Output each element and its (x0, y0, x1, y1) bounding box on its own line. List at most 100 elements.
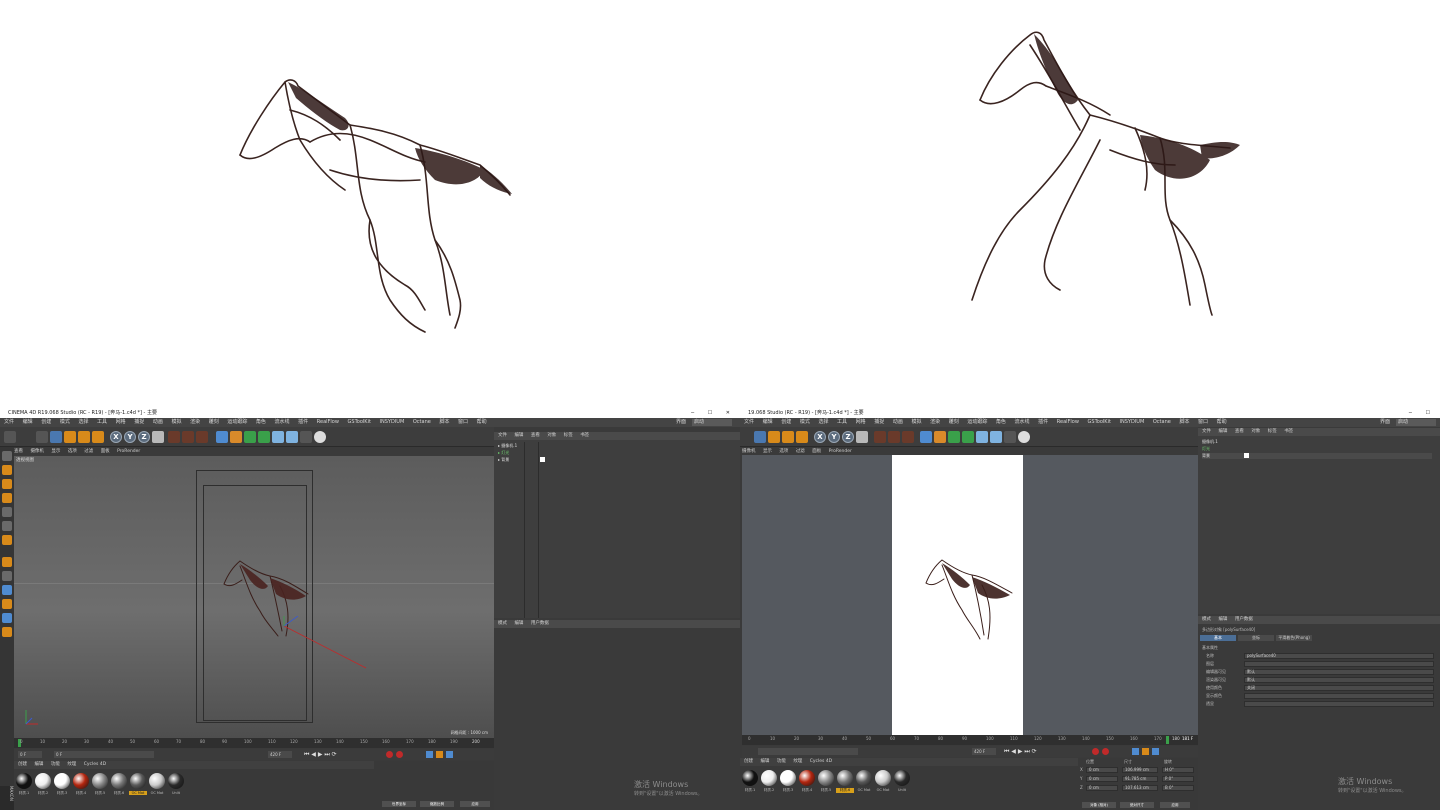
attr-field-value[interactable]: 默认 (1244, 677, 1434, 683)
attr-field-value[interactable]: 关闭 (1244, 685, 1434, 691)
key-rotation-icon[interactable] (1152, 748, 1159, 755)
object-row[interactable]: ▸ 背景 (498, 457, 738, 463)
frame-range-slider[interactable] (758, 748, 858, 755)
am-menu-user-data[interactable]: 用户数据 (1235, 617, 1253, 622)
material-swatch[interactable] (168, 773, 184, 789)
menu-gstoolkit[interactable]: GSToolKit (1088, 419, 1111, 425)
x-axis-icon[interactable]: X (110, 431, 122, 443)
om-menu-view[interactable]: 查看 (1235, 429, 1244, 434)
y-axis-icon[interactable]: Y (828, 431, 840, 443)
material-swatch[interactable] (130, 773, 146, 789)
select-arrow-icon[interactable] (36, 431, 48, 443)
window-controls[interactable]: ─ ☐ ✕ (691, 408, 736, 418)
coord-size-field[interactable]: 91.785 cm (1122, 776, 1158, 782)
coordinate-system-icon[interactable] (856, 431, 868, 443)
menu-insydium[interactable]: INSYDIUM (1120, 419, 1145, 425)
key-scale-icon[interactable] (1142, 748, 1149, 755)
om-menu-file[interactable]: 文件 (1202, 429, 1211, 434)
menu-realflow[interactable]: RealFlow (317, 419, 339, 425)
menu-character[interactable]: 角色 (256, 419, 266, 425)
viewport-menu-cameras[interactable]: 摄像机 (742, 449, 756, 454)
rotate-icon[interactable] (78, 431, 90, 443)
am-menu-mode[interactable]: 模式 (498, 621, 507, 626)
coord-scale-button[interactable]: 缩放比例 (420, 801, 454, 807)
menu-mode[interactable]: 模式 (60, 419, 70, 425)
subdivision-icon[interactable] (244, 431, 256, 443)
render-picture-viewer-icon[interactable] (888, 431, 900, 443)
menu-pipeline[interactable]: 流水线 (1015, 419, 1030, 425)
mm-menu-texture[interactable]: 纹理 (793, 759, 802, 764)
menu-file[interactable]: 文件 (4, 419, 14, 425)
cube-icon[interactable] (920, 431, 932, 443)
menu-insydium[interactable]: INSYDIUM (380, 419, 405, 425)
planar-workplane-icon[interactable] (2, 613, 12, 623)
camera-viewport[interactable] (742, 455, 1198, 735)
menu-sculpt[interactable]: 雕刻 (209, 419, 219, 425)
material-swatch[interactable] (92, 773, 108, 789)
menu-simulate[interactable]: 模拟 (911, 419, 921, 425)
menu-simulate[interactable]: 模拟 (171, 419, 181, 425)
viewport-menu-view[interactable]: 查看 (14, 449, 23, 454)
timeline-ruler[interactable]: 0 10 20 30 40 50 60 70 80 90 100 110 120… (742, 735, 1198, 745)
key-rotation-icon[interactable] (446, 751, 453, 758)
pen-icon[interactable] (230, 431, 242, 443)
object-row[interactable]: ▸ 灯光 (498, 450, 738, 456)
add-object-icon[interactable] (796, 431, 808, 443)
scale-icon[interactable] (64, 431, 76, 443)
tab-basic[interactable]: 基本 (1200, 635, 1236, 641)
object-row[interactable]: 背景 (1202, 453, 1432, 459)
key-scale-icon[interactable] (436, 751, 443, 758)
material-swatch[interactable] (149, 773, 165, 789)
viewport-menu-panel[interactable]: 面板 (812, 449, 821, 454)
material-swatch[interactable] (799, 770, 815, 786)
edges-mode-icon[interactable] (2, 521, 12, 531)
coord-mode-button[interactable]: 对象 (相对) (1082, 802, 1116, 808)
coord-pos-field[interactable]: 0 cm (1086, 785, 1118, 791)
cloner-icon[interactable] (258, 431, 270, 443)
model-mode-icon[interactable] (2, 465, 12, 475)
solo-icon[interactable] (2, 627, 12, 637)
frame-end-field[interactable]: 420 F (972, 748, 996, 755)
om-menu-objects[interactable]: 对象 (1251, 429, 1260, 434)
mm-menu-function[interactable]: 功能 (777, 759, 786, 764)
viewport-menu-options[interactable]: 选项 (779, 449, 788, 454)
menu-animate[interactable]: 动画 (153, 419, 163, 425)
coordinate-system-icon[interactable] (152, 431, 164, 443)
cloner-icon[interactable] (962, 431, 974, 443)
om-menu-edit[interactable]: 编辑 (514, 433, 523, 438)
tab-phong[interactable]: 平滑着色(Phong) (1276, 635, 1312, 641)
material-swatch[interactable] (780, 770, 796, 786)
record-icon[interactable] (1092, 748, 1099, 755)
y-axis-icon[interactable]: Y (124, 431, 136, 443)
menu-motion-tracking[interactable]: 运动跟踪 (967, 419, 987, 425)
material-swatch[interactable] (742, 770, 758, 786)
coord-pos-field[interactable]: 0 cm (1086, 776, 1118, 782)
viewport-menu-cameras[interactable]: 摄像机 (30, 449, 44, 454)
am-menu-user-data[interactable]: 用户数据 (531, 621, 549, 626)
move-gizmo[interactable] (274, 616, 374, 676)
om-menu-edit[interactable]: 编辑 (1218, 429, 1227, 434)
menu-gstoolkit[interactable]: GSToolKit (348, 419, 371, 425)
menu-window[interactable]: 窗口 (1198, 419, 1208, 425)
attr-field-value[interactable]: polySurface40 (1244, 653, 1434, 659)
mm-menu-create[interactable]: 创建 (18, 762, 27, 767)
material-swatch[interactable] (16, 773, 32, 789)
am-menu-edit[interactable]: 编辑 (1218, 617, 1227, 622)
om-menu-objects[interactable]: 对象 (547, 433, 556, 438)
menu-mode[interactable]: 模式 (800, 419, 810, 425)
layout-select[interactable]: 启动 (692, 419, 732, 426)
menu-pipeline[interactable]: 流水线 (275, 419, 290, 425)
material-swatch[interactable] (111, 773, 127, 789)
z-axis-icon[interactable]: Z (842, 431, 854, 443)
mm-menu-function[interactable]: 功能 (51, 762, 60, 767)
coord-scale-button[interactable]: 绝对尺寸 (1120, 802, 1154, 808)
menu-render[interactable]: 渲染 (930, 419, 940, 425)
material-swatch[interactable] (818, 770, 834, 786)
menu-snap[interactable]: 捕捉 (874, 419, 884, 425)
scale-icon[interactable] (768, 431, 780, 443)
viewport-menu-display[interactable]: 显示 (51, 449, 60, 454)
make-editable-icon[interactable] (2, 451, 12, 461)
menu-edit[interactable]: 编辑 (763, 419, 773, 425)
mm-menu-cycles4d[interactable]: Cycles 4D (810, 759, 832, 764)
om-menu-view[interactable]: 查看 (531, 433, 540, 438)
